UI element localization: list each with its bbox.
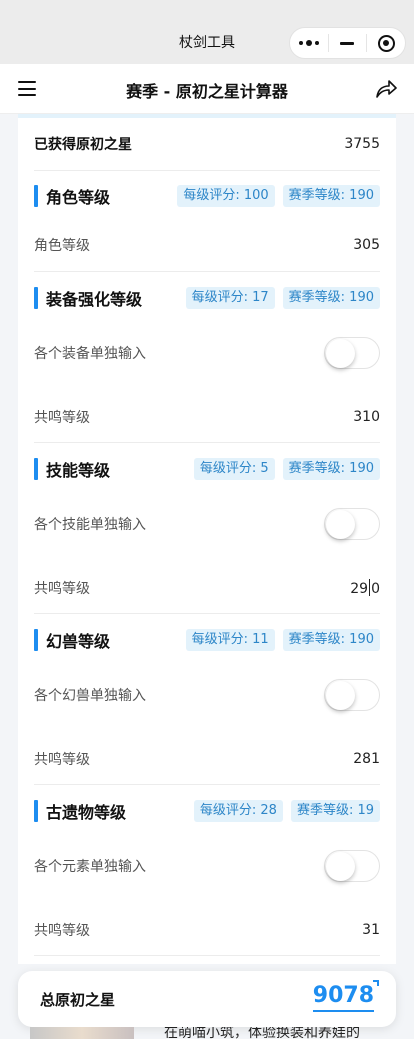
ad-image bbox=[30, 1027, 134, 1039]
character-level-row: 角色等级 305 bbox=[34, 233, 380, 257]
calculator-card: 已获得原初之星 3755 角色等级 每级评分: 100 赛季等级: 190 角色… bbox=[18, 118, 396, 964]
field-label: 共鸣等级 bbox=[34, 581, 90, 597]
per-level-tag: 每级评分: 5 bbox=[193, 458, 275, 480]
section-accent-bar bbox=[34, 629, 38, 651]
per-level-tag: 每级评分: 17 bbox=[185, 287, 275, 309]
skill-individual-toggle[interactable] bbox=[324, 508, 380, 540]
minimize-icon bbox=[340, 41, 355, 45]
total-label: 总原初之星 bbox=[40, 991, 116, 1009]
season-level-tag: 赛季等级: 190 bbox=[282, 629, 380, 651]
input-text: 29 bbox=[350, 581, 369, 597]
relic-toggle-row: 各个元素单独输入 bbox=[34, 849, 380, 883]
input-text: 0 bbox=[371, 581, 380, 597]
close-button[interactable] bbox=[367, 28, 405, 58]
toggle-knob bbox=[326, 339, 355, 368]
equipment-individual-toggle[interactable] bbox=[324, 337, 380, 369]
per-level-tag: 每级评分: 28 bbox=[193, 800, 283, 822]
toggle-knob bbox=[326, 681, 355, 710]
season-level-tag: 赛季等级: 190 bbox=[282, 458, 380, 480]
ad-text: 在萌喵小筑，体验换装和养娃的 bbox=[164, 1027, 360, 1039]
field-label: 共鸣等级 bbox=[34, 752, 90, 768]
per-level-tag: 每级评分: 100 bbox=[177, 185, 275, 207]
phantom-resonance-input[interactable]: 281 bbox=[353, 751, 380, 767]
obtained-row: 已获得原初之星 3755 bbox=[34, 132, 380, 156]
skill-resonance-input[interactable]: 29 0 bbox=[350, 579, 380, 597]
toggle-label: 各个幻兽单独输入 bbox=[34, 688, 146, 704]
section-character: 角色等级 每级评分: 100 赛季等级: 190 bbox=[34, 184, 380, 208]
equipment-resonance-row: 共鸣等级 310 bbox=[34, 405, 380, 429]
corner-mark-icon bbox=[373, 980, 379, 986]
total-value: 9078 bbox=[312, 983, 374, 1012]
skill-resonance-row: 共鸣等级 29 0 bbox=[34, 576, 380, 600]
divider bbox=[34, 271, 380, 272]
phantom-toggle-row: 各个幻兽单独输入 bbox=[34, 678, 380, 712]
field-label: 共鸣等级 bbox=[34, 923, 90, 939]
minimize-button[interactable] bbox=[329, 28, 367, 58]
more-icon bbox=[298, 40, 319, 46]
character-level-input[interactable]: 305 bbox=[353, 237, 380, 253]
close-circle-icon bbox=[377, 34, 395, 52]
relic-resonance-input[interactable]: 31 bbox=[362, 922, 380, 938]
total-panel: 总原初之星 9078 bbox=[18, 971, 396, 1027]
toggle-label: 各个技能单独输入 bbox=[34, 517, 146, 533]
section-accent-bar bbox=[34, 287, 38, 309]
text-cursor bbox=[369, 579, 371, 596]
page-title: 赛季 - 原初之星计算器 bbox=[126, 82, 288, 101]
season-level-tag: 赛季等级: 190 bbox=[282, 287, 380, 309]
divider bbox=[34, 442, 380, 443]
nav-bar: 赛季 - 原初之星计算器 bbox=[0, 64, 414, 114]
phantom-individual-toggle[interactable] bbox=[324, 679, 380, 711]
season-level-tag: 赛季等级: 190 bbox=[282, 185, 380, 207]
toggle-knob bbox=[326, 510, 355, 539]
field-label: 共鸣等级 bbox=[34, 410, 90, 426]
toggle-knob bbox=[326, 852, 355, 881]
obtained-value[interactable]: 3755 bbox=[344, 136, 380, 152]
divider bbox=[34, 955, 380, 956]
section-title: 角色等级 bbox=[46, 188, 111, 207]
divider bbox=[34, 170, 380, 171]
skill-toggle-row: 各个技能单独输入 bbox=[34, 507, 380, 541]
divider bbox=[34, 613, 380, 614]
ad-banner[interactable]: 在萌喵小筑，体验换装和养娃的 bbox=[0, 1027, 414, 1039]
share-icon[interactable] bbox=[374, 78, 398, 100]
toggle-label: 各个元素单独输入 bbox=[34, 859, 146, 875]
section-equipment: 装备强化等级 每级评分: 17 赛季等级: 190 bbox=[34, 286, 380, 310]
section-title: 技能等级 bbox=[46, 461, 111, 480]
section-title: 装备强化等级 bbox=[46, 290, 143, 309]
divider bbox=[34, 784, 380, 785]
section-accent-bar bbox=[34, 800, 38, 822]
per-level-tag: 每级评分: 11 bbox=[185, 629, 275, 651]
section-phantom: 幻兽等级 每级评分: 11 赛季等级: 190 bbox=[34, 628, 380, 652]
system-bar: 杖剑工具 bbox=[0, 0, 414, 64]
relic-individual-toggle[interactable] bbox=[324, 850, 380, 882]
section-skill: 技能等级 每级评分: 5 赛季等级: 190 bbox=[34, 457, 380, 481]
phantom-resonance-row: 共鸣等级 281 bbox=[34, 747, 380, 771]
more-button[interactable] bbox=[290, 28, 328, 58]
toggle-label: 各个装备单独输入 bbox=[34, 346, 146, 362]
equipment-toggle-row: 各个装备单独输入 bbox=[34, 336, 380, 370]
relic-resonance-row: 共鸣等级 31 bbox=[34, 918, 380, 942]
section-accent-bar bbox=[34, 458, 38, 480]
obtained-label: 已获得原初之星 bbox=[34, 137, 132, 153]
section-title: 幻兽等级 bbox=[46, 632, 111, 651]
section-relic: 古遗物等级 每级评分: 28 赛季等级: 19 bbox=[34, 799, 380, 823]
season-level-tag: 赛季等级: 19 bbox=[290, 800, 380, 822]
section-title: 古遗物等级 bbox=[46, 803, 127, 822]
field-label: 角色等级 bbox=[34, 238, 90, 254]
equipment-resonance-input[interactable]: 310 bbox=[353, 409, 380, 425]
capsule-menu bbox=[289, 27, 406, 59]
section-accent-bar bbox=[34, 185, 38, 207]
